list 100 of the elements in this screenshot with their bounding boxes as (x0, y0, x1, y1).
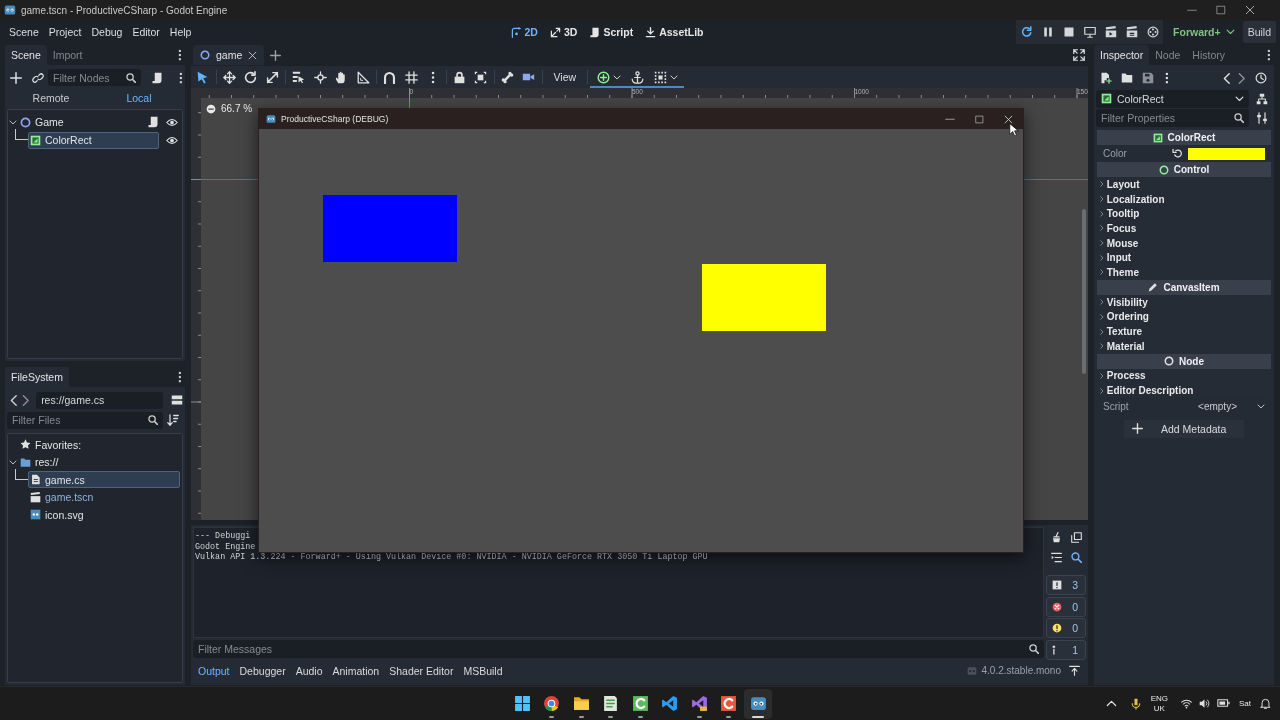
more-icon[interactable] (1165, 72, 1169, 84)
dock-tab[interactable]: History (1186, 45, 1231, 65)
renderer-dropdown[interactable]: Forward+ (1173, 26, 1235, 38)
favorites-item[interactable]: Favorites: (18, 436, 180, 454)
minimize-icon[interactable] (1187, 8, 1197, 12)
lock-icon[interactable] (452, 70, 466, 84)
copy-icon[interactable] (1070, 531, 1082, 543)
link-icon[interactable] (32, 71, 44, 84)
menu-item[interactable]: Debug (86, 26, 128, 38)
dock-tab[interactable]: Inspector (1094, 45, 1150, 65)
dock-tab[interactable]: Import (46, 45, 89, 65)
history-icon[interactable] (1255, 72, 1267, 84)
tree-item[interactable]: game.cs (28, 471, 180, 489)
object-selector[interactable]: ColorRect (1096, 89, 1249, 108)
workspace-tab[interactable]: 3D (549, 26, 578, 38)
monitor-icon[interactable] (1084, 26, 1097, 38)
new-document-icon[interactable] (1100, 72, 1112, 84)
more-icon[interactable] (430, 70, 435, 84)
more-icon[interactable] (178, 49, 182, 61)
editor-tab[interactable]: game (193, 45, 265, 65)
battery-icon[interactable] (1217, 699, 1230, 708)
menu-item[interactable]: Scene (4, 26, 44, 38)
plus-circle-icon[interactable] (597, 70, 611, 84)
save-icon[interactable] (1142, 72, 1154, 84)
workspace-tab[interactable]: Script (589, 26, 634, 38)
scrollbar-thumb[interactable] (1082, 209, 1086, 374)
dock-tab[interactable]: Scene (5, 45, 47, 65)
tree-item[interactable]: ColorRect (28, 131, 159, 149)
list-view-icon[interactable] (171, 394, 183, 406)
panel-tab[interactable]: Shader Editor (384, 660, 459, 681)
search-icon[interactable] (1029, 644, 1039, 654)
filter-field[interactable]: Filter Nodes (48, 69, 141, 86)
rotate-icon[interactable] (244, 70, 258, 84)
filter-toggle[interactable]: 0 (1046, 596, 1086, 617)
more-icon[interactable] (179, 71, 183, 84)
anchor-icon[interactable] (631, 70, 645, 84)
tree-item[interactable]: Game (18, 113, 144, 131)
panel-tab[interactable]: Animation (327, 660, 385, 681)
filter-toggle[interactable]: 3 (1046, 575, 1086, 595)
workspace-tab[interactable]: AssetLib (645, 26, 704, 38)
menu-item[interactable]: Editor (127, 26, 165, 38)
minimize-icon[interactable] (945, 117, 955, 121)
workspace-tab[interactable]: 2D (510, 26, 538, 38)
zoom-out-icon[interactable] (206, 103, 216, 114)
close-icon[interactable] (1004, 114, 1013, 124)
broom-icon[interactable] (1050, 531, 1062, 543)
undo-icon[interactable] (1172, 148, 1183, 159)
menu-item[interactable]: Project (43, 26, 87, 38)
build-button[interactable]: Build (1242, 21, 1276, 43)
path-field[interactable]: res://game.cs (36, 391, 163, 409)
bone-icon[interactable] (500, 70, 514, 84)
dock-tab[interactable]: FileSystem (5, 367, 69, 387)
resource-picker[interactable]: <empty> (1198, 400, 1265, 412)
clapperboard-icon[interactable] (1105, 26, 1118, 38)
tree-item[interactable]: game.tscn (28, 488, 180, 506)
expand-caret-icon[interactable] (9, 119, 17, 125)
mode-tab[interactable]: Local (95, 88, 183, 107)
filter-field[interactable]: Filter Messages (193, 640, 1044, 658)
stop-icon[interactable] (1063, 26, 1076, 38)
folder-icon[interactable] (1121, 72, 1133, 84)
scroll-icon[interactable] (147, 116, 159, 128)
scroll-icon[interactable] (151, 71, 163, 84)
fullscreen-icon[interactable] (1073, 49, 1085, 61)
tree-item[interactable]: res:// (18, 453, 180, 471)
filter-toggle[interactable]: 0 (1046, 618, 1086, 638)
expand-up-icon[interactable] (1069, 665, 1080, 676)
search-icon[interactable] (126, 72, 136, 83)
day-label[interactable]: Sat (1239, 699, 1251, 708)
color-swatch[interactable] (1188, 147, 1265, 160)
add-tab-icon[interactable] (270, 49, 282, 61)
region-label[interactable]: UK (1153, 703, 1165, 714)
panel-tab[interactable]: Audio (290, 660, 328, 681)
list-indent-icon[interactable] (1050, 551, 1062, 563)
close-icon[interactable] (1245, 5, 1255, 15)
filter-field[interactable]: Filter Properties (1096, 108, 1249, 127)
chevron-up-icon[interactable] (1105, 700, 1117, 707)
restart-icon[interactable] (1021, 26, 1034, 38)
grid-icon[interactable] (404, 70, 418, 84)
sliders-icon[interactable] (1256, 111, 1268, 124)
speaker-icon[interactable] (1199, 698, 1210, 709)
eye-icon[interactable] (166, 135, 178, 145)
panel-tab[interactable]: Debugger (234, 660, 291, 681)
caret-icon[interactable] (670, 74, 679, 80)
crosshair-icon[interactable] (313, 70, 327, 84)
eye-icon[interactable] (166, 117, 178, 127)
expand-caret-icon[interactable] (9, 459, 17, 465)
clapperboard-icon[interactable] (1126, 26, 1139, 38)
scale-icon[interactable] (265, 70, 279, 84)
dock-tab[interactable]: Node (1149, 45, 1187, 65)
hierarchy-icon[interactable] (1256, 92, 1268, 105)
maximize-icon[interactable] (975, 114, 984, 124)
menu-item[interactable]: Help (164, 26, 197, 38)
more-icon[interactable] (178, 371, 182, 383)
mode-tab[interactable]: Remote (7, 88, 95, 107)
filter-field[interactable]: Filter Files (7, 411, 163, 429)
camera-icon[interactable] (522, 72, 536, 82)
ruler-icon[interactable] (356, 70, 370, 84)
more-icon[interactable] (1267, 49, 1271, 61)
search-icon[interactable] (148, 415, 158, 425)
panel-tab[interactable]: Output (193, 660, 235, 681)
